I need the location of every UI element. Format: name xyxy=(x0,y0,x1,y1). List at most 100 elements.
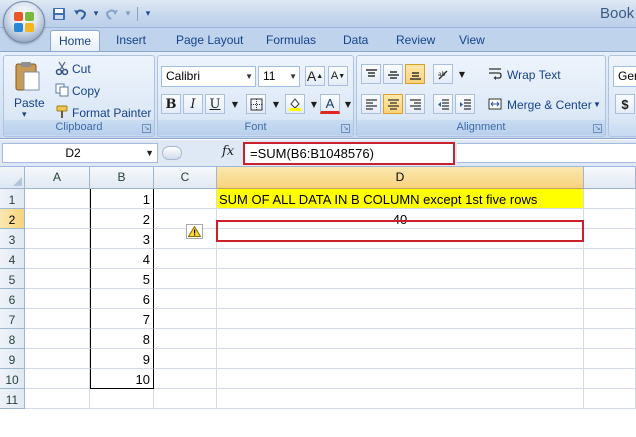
font-size-select[interactable]: 11 ▼ xyxy=(258,66,300,87)
row-header-10[interactable]: 10 xyxy=(0,369,25,389)
cell-d7[interactable] xyxy=(217,309,584,329)
customize-toolbar-icon[interactable]: ▾ xyxy=(143,5,153,23)
cell-e5[interactable] xyxy=(584,269,636,289)
cell-b4[interactable]: 4 xyxy=(90,249,154,269)
number-format-select[interactable]: Gen xyxy=(613,66,636,87)
cell-c4[interactable] xyxy=(154,249,217,269)
tab-view[interactable]: View xyxy=(451,30,493,51)
cell-e9[interactable] xyxy=(584,349,636,369)
decrease-indent-icon[interactable] xyxy=(433,94,453,114)
cell-a4[interactable] xyxy=(25,249,90,269)
shrink-font-icon[interactable]: A ▼ xyxy=(328,66,348,86)
cell-e11[interactable] xyxy=(584,389,636,409)
save-icon[interactable] xyxy=(50,5,68,23)
paste-button[interactable]: Paste xyxy=(14,96,45,110)
underline-button[interactable]: U xyxy=(205,94,225,114)
formula-input[interactable]: =SUM(B6:B1048576) xyxy=(243,142,455,165)
font-launcher-icon[interactable]: ↘ xyxy=(341,124,350,133)
cell-d8[interactable] xyxy=(217,329,584,349)
cell-d11[interactable] xyxy=(217,389,584,409)
borders-dropdown-icon[interactable]: ▼ xyxy=(266,94,286,114)
font-color-dropdown-icon[interactable]: ▼ xyxy=(338,94,358,114)
cell-b10[interactable]: 10 xyxy=(90,369,154,389)
tab-review[interactable]: Review xyxy=(388,30,443,51)
clipboard-launcher-icon[interactable]: ↘ xyxy=(142,124,151,133)
undo-icon[interactable] xyxy=(71,5,89,23)
row-header-4[interactable]: 4 xyxy=(0,249,25,269)
cell-d3[interactable] xyxy=(217,229,584,249)
cell-a8[interactable] xyxy=(25,329,90,349)
wrap-text-button[interactable]: Wrap Text xyxy=(507,68,561,82)
cell-a6[interactable] xyxy=(25,289,90,309)
redo-icon[interactable] xyxy=(103,5,121,23)
row-header-1[interactable]: 1 xyxy=(0,189,25,209)
font-name-select[interactable]: Calibri ▼ xyxy=(161,66,256,87)
tab-page-layout[interactable]: Page Layout xyxy=(168,30,251,51)
cell-a1[interactable] xyxy=(25,189,90,209)
cell-b9[interactable]: 9 xyxy=(90,349,154,369)
row-header-3[interactable]: 3 xyxy=(0,229,25,249)
cell-d4[interactable] xyxy=(217,249,584,269)
cell-b11[interactable] xyxy=(90,389,154,409)
cell-c10[interactable] xyxy=(154,369,217,389)
row-header-2[interactable]: 2 xyxy=(0,209,25,229)
fill-color-icon[interactable] xyxy=(285,94,305,114)
warning-icon[interactable] xyxy=(186,224,203,239)
alignment-launcher-icon[interactable]: ↘ xyxy=(593,124,602,133)
cell-c9[interactable] xyxy=(154,349,217,369)
cut-icon[interactable] xyxy=(54,60,70,76)
cell-e2[interactable] xyxy=(584,209,636,229)
cell-a3[interactable] xyxy=(25,229,90,249)
tab-data[interactable]: Data xyxy=(335,30,376,51)
cell-e8[interactable] xyxy=(584,329,636,349)
formula-input-extension[interactable] xyxy=(457,143,636,163)
borders-icon[interactable] xyxy=(246,94,266,114)
cell-e7[interactable] xyxy=(584,309,636,329)
cell-a7[interactable] xyxy=(25,309,90,329)
column-header-next[interactable] xyxy=(584,167,636,189)
cell-e4[interactable] xyxy=(584,249,636,269)
cell-a9[interactable] xyxy=(25,349,90,369)
resize-handle[interactable] xyxy=(162,146,182,160)
cell-c1[interactable] xyxy=(154,189,217,209)
worksheet-grid[interactable]: A B C D 1 1 SUM OF ALL DATA IN B COLUMN except… xyxy=(0,167,636,437)
align-left-icon[interactable] xyxy=(361,94,381,114)
copy-icon[interactable] xyxy=(54,82,70,98)
cell-e6[interactable] xyxy=(584,289,636,309)
cell-b8[interactable]: 8 xyxy=(90,329,154,349)
cell-e3[interactable] xyxy=(584,229,636,249)
tab-formulas[interactable]: Formulas xyxy=(258,30,324,51)
cell-c6[interactable] xyxy=(154,289,217,309)
cell-d1[interactable]: SUM OF ALL DATA IN B COLUMN except 1st f… xyxy=(217,189,584,209)
align-right-icon[interactable] xyxy=(405,94,425,114)
italic-button[interactable]: I xyxy=(183,94,203,114)
cell-d6[interactable] xyxy=(217,289,584,309)
font-color-button[interactable]: A xyxy=(320,94,340,114)
cell-b6[interactable]: 6 xyxy=(90,289,154,309)
cell-b1[interactable]: 1 xyxy=(90,189,154,209)
cell-c5[interactable] xyxy=(154,269,217,289)
cell-c11[interactable] xyxy=(154,389,217,409)
row-header-7[interactable]: 7 xyxy=(0,309,25,329)
cell-d5[interactable] xyxy=(217,269,584,289)
cell-c8[interactable] xyxy=(154,329,217,349)
paste-icon[interactable] xyxy=(12,60,42,92)
undo-dropdown-icon[interactable]: ▾ xyxy=(92,5,100,23)
format-painter-icon[interactable] xyxy=(54,104,70,120)
row-header-6[interactable]: 6 xyxy=(0,289,25,309)
redo-dropdown-icon[interactable]: ▾ xyxy=(124,5,132,23)
cell-e1[interactable] xyxy=(584,189,636,209)
cell-d9[interactable] xyxy=(217,349,584,369)
align-top-icon[interactable] xyxy=(361,64,381,84)
cell-e10[interactable] xyxy=(584,369,636,389)
row-header-5[interactable]: 5 xyxy=(0,269,25,289)
align-bottom-icon[interactable] xyxy=(405,64,425,84)
cell-a2[interactable] xyxy=(25,209,90,229)
cell-c7[interactable] xyxy=(154,309,217,329)
row-header-11[interactable]: 11 xyxy=(0,389,25,409)
underline-dropdown-icon[interactable]: ▼ xyxy=(225,94,245,114)
column-header-d[interactable]: D xyxy=(217,167,584,189)
orientation-icon[interactable]: ab xyxy=(433,64,453,84)
format-painter-button[interactable]: Format Painter xyxy=(72,106,151,120)
cell-d10[interactable] xyxy=(217,369,584,389)
